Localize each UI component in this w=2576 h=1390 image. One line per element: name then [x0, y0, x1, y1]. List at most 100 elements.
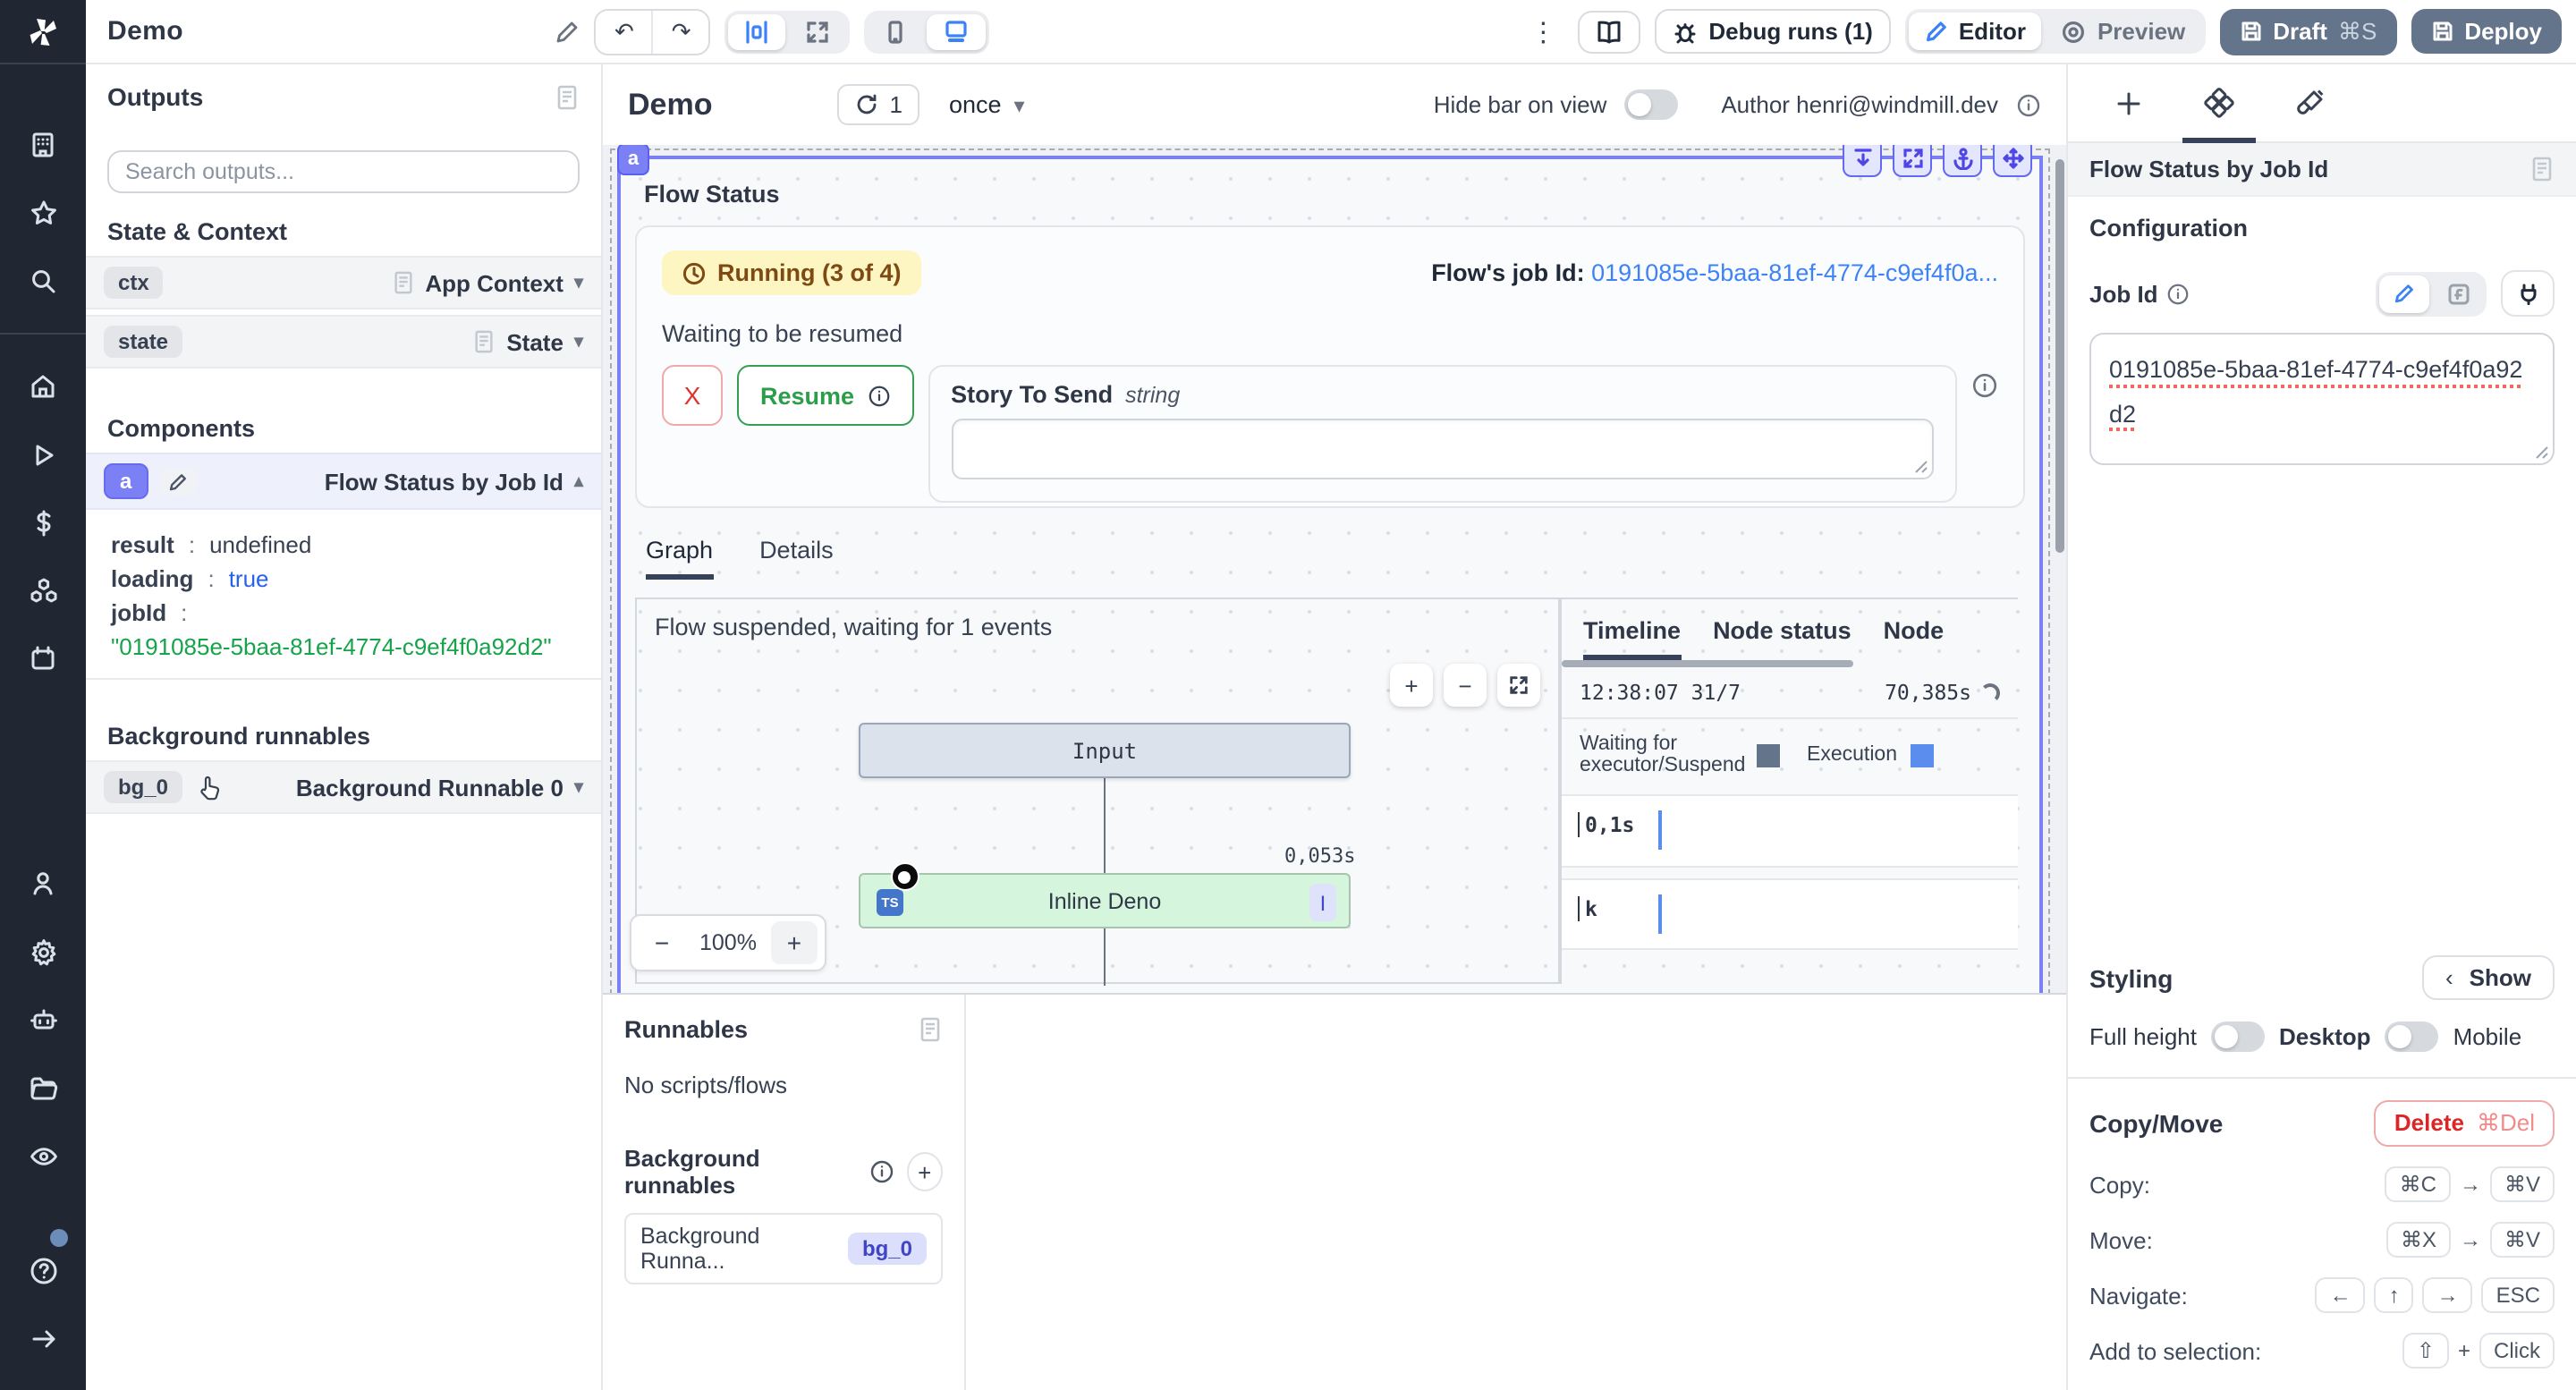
outputs-doc-icon[interactable]	[555, 83, 580, 110]
timeline-tabs-scrollbar[interactable]	[1562, 660, 1853, 667]
refresh-count-button[interactable]: 1	[837, 84, 919, 125]
tab-node-status[interactable]: Node status	[1713, 617, 1852, 660]
insert-component-tab[interactable]	[2114, 64, 2143, 142]
resume-label: Resume	[760, 382, 854, 409]
docs-book-button[interactable]	[1578, 10, 1640, 53]
fullscreen-layout-button[interactable]	[790, 13, 847, 49]
result-key[interactable]: result	[111, 531, 174, 558]
settings-gear-icon[interactable]	[0, 918, 86, 986]
state-chevron-icon[interactable]: ▾	[574, 332, 583, 352]
help-icon[interactable]	[0, 1236, 86, 1304]
job-id-info-icon[interactable]	[2167, 282, 2190, 305]
static-input-mode-pencil-icon[interactable]	[2379, 275, 2429, 312]
job-id-input[interactable]: 0191085e-5baa-81ef-4774-c9ef4f0a92d2	[2089, 333, 2555, 465]
styling-show-button[interactable]: ‹ Show	[2422, 955, 2555, 1000]
component-a-row[interactable]: a Flow Status by Job Id ▴	[86, 453, 601, 510]
debug-runs-button[interactable]: Debug runs (1)	[1655, 9, 1890, 54]
zoom-in-button[interactable]: +	[771, 921, 818, 964]
graph-node-input[interactable]: Input	[859, 723, 1351, 778]
move-icon[interactable]	[1993, 145, 2032, 177]
flow-job-id-link[interactable]: 0191085e-5baa-81ef-4774-c9ef4f0a...	[1591, 259, 1998, 286]
input-resize-handle[interactable]	[2535, 445, 2549, 460]
redo-button[interactable]: ↷	[652, 10, 709, 53]
textarea-resize-handle[interactable]	[1914, 460, 1928, 474]
bg-runnables-info-icon[interactable]	[869, 1159, 894, 1184]
loading-key[interactable]: loading	[111, 565, 193, 592]
home-icon[interactable]	[0, 352, 86, 420]
graph-fit-view-button[interactable]	[1497, 664, 1540, 707]
anchor-icon[interactable]	[1943, 145, 1982, 177]
ctx-row[interactable]: ctx App Context ▾	[86, 256, 601, 309]
settings-doc-icon[interactable]	[2529, 156, 2555, 182]
tab-graph[interactable]: Graph	[646, 537, 713, 580]
styling-section: Styling ‹ Show Full height Desktop Mobil…	[2068, 937, 2576, 1052]
canvas-scrollbar[interactable]	[2055, 159, 2064, 982]
zoom-out-button[interactable]: −	[639, 921, 685, 964]
hide-bar-toggle[interactable]	[1624, 89, 1678, 120]
draft-button[interactable]: Draft ⌘S	[2219, 8, 2396, 55]
folders-icon[interactable]	[0, 1054, 86, 1122]
app-canvas[interactable]: a Flow Status	[603, 145, 2066, 993]
variables-dollar-icon[interactable]	[0, 488, 86, 556]
fullscreen-icon[interactable]	[1893, 145, 1932, 177]
bg-runnable-item[interactable]: Background Runna... bg_0	[624, 1213, 943, 1284]
component-selection-tag[interactable]: a	[617, 145, 649, 175]
flow-graph-canvas[interactable]: Flow suspended, waiting for 1 events + −…	[635, 598, 1560, 984]
users-icon[interactable]	[0, 850, 86, 918]
search-icon[interactable]	[0, 247, 86, 315]
bg0-chevron-icon[interactable]: ▾	[574, 777, 583, 797]
tab-details[interactable]: Details	[759, 537, 834, 580]
resources-cubes-icon[interactable]	[0, 556, 86, 624]
eval-input-mode-function-icon[interactable]	[2433, 275, 2483, 312]
story-to-send-textarea[interactable]	[951, 419, 1934, 479]
styling-brush-tab[interactable]	[2295, 64, 2326, 142]
centered-layout-button[interactable]	[729, 13, 786, 49]
state-row[interactable]: state State ▾	[86, 315, 601, 369]
expand-down-icon[interactable]	[1843, 145, 1882, 177]
schedule-dropdown[interactable]: once ▾	[938, 84, 1036, 125]
preview-tab[interactable]: Preview	[2046, 13, 2201, 50]
form-info-icon[interactable]	[1971, 372, 1998, 399]
deno-logo-icon	[891, 862, 919, 891]
runnables-doc-icon[interactable]	[918, 1016, 943, 1043]
resume-button[interactable]: Resume	[737, 365, 913, 426]
graph-zoom-in-button[interactable]: +	[1390, 664, 1433, 707]
component-a-collapse-icon[interactable]: ▴	[574, 471, 583, 491]
workspace-icon[interactable]	[0, 111, 86, 179]
full-height-toggle[interactable]	[2211, 1021, 2265, 1052]
author-info-icon[interactable]	[2016, 92, 2041, 117]
delete-button[interactable]: Delete ⌘Del	[2375, 1100, 2555, 1147]
rename-pencil-icon[interactable]	[555, 19, 580, 44]
ctx-chevron-icon[interactable]: ▾	[574, 273, 583, 292]
more-options-kebab[interactable]: ⋮	[1522, 15, 1563, 47]
component-settings-tab[interactable]	[2204, 64, 2234, 142]
device-toggle-group	[865, 10, 990, 53]
desktop-toggle[interactable]	[2385, 1021, 2439, 1052]
editor-tab[interactable]: Editor	[1909, 13, 2042, 50]
styling-title: Styling	[2089, 963, 2173, 992]
collapse-rail-arrow-icon[interactable]	[0, 1304, 86, 1372]
flow-status-component-frame[interactable]: a Flow Status	[617, 156, 2043, 993]
add-bg-runnable-button[interactable]: +	[906, 1152, 943, 1191]
bg0-row[interactable]: bg_0 Background Runnable 0 ▾	[86, 760, 601, 814]
windmill-logo[interactable]	[0, 0, 86, 64]
outputs-search-input[interactable]	[125, 159, 562, 184]
undo-button[interactable]: ↶	[597, 10, 652, 53]
outputs-search[interactable]	[107, 150, 580, 193]
jobid-key[interactable]: jobId	[111, 599, 166, 626]
schedules-calendar-icon[interactable]	[0, 624, 86, 692]
graph-zoom-out-button[interactable]: −	[1444, 664, 1487, 707]
deploy-button[interactable]: Deploy	[2411, 9, 2562, 54]
tab-timeline[interactable]: Timeline	[1583, 617, 1681, 660]
favorites-star-icon[interactable]	[0, 179, 86, 247]
runs-play-icon[interactable]	[0, 420, 86, 488]
audit-eye-icon[interactable]	[0, 1122, 86, 1190]
graph-node-inline-deno[interactable]: TS Inline Deno I	[859, 873, 1351, 928]
component-rename-pencil-icon[interactable]	[158, 468, 196, 495]
mobile-view-button[interactable]	[869, 13, 924, 49]
tab-node[interactable]: Node	[1884, 617, 1945, 660]
cancel-button[interactable]: X	[662, 365, 723, 426]
desktop-view-button[interactable]	[928, 13, 987, 49]
workers-robot-icon[interactable]	[0, 986, 86, 1054]
connect-plug-icon[interactable]	[2501, 270, 2555, 317]
